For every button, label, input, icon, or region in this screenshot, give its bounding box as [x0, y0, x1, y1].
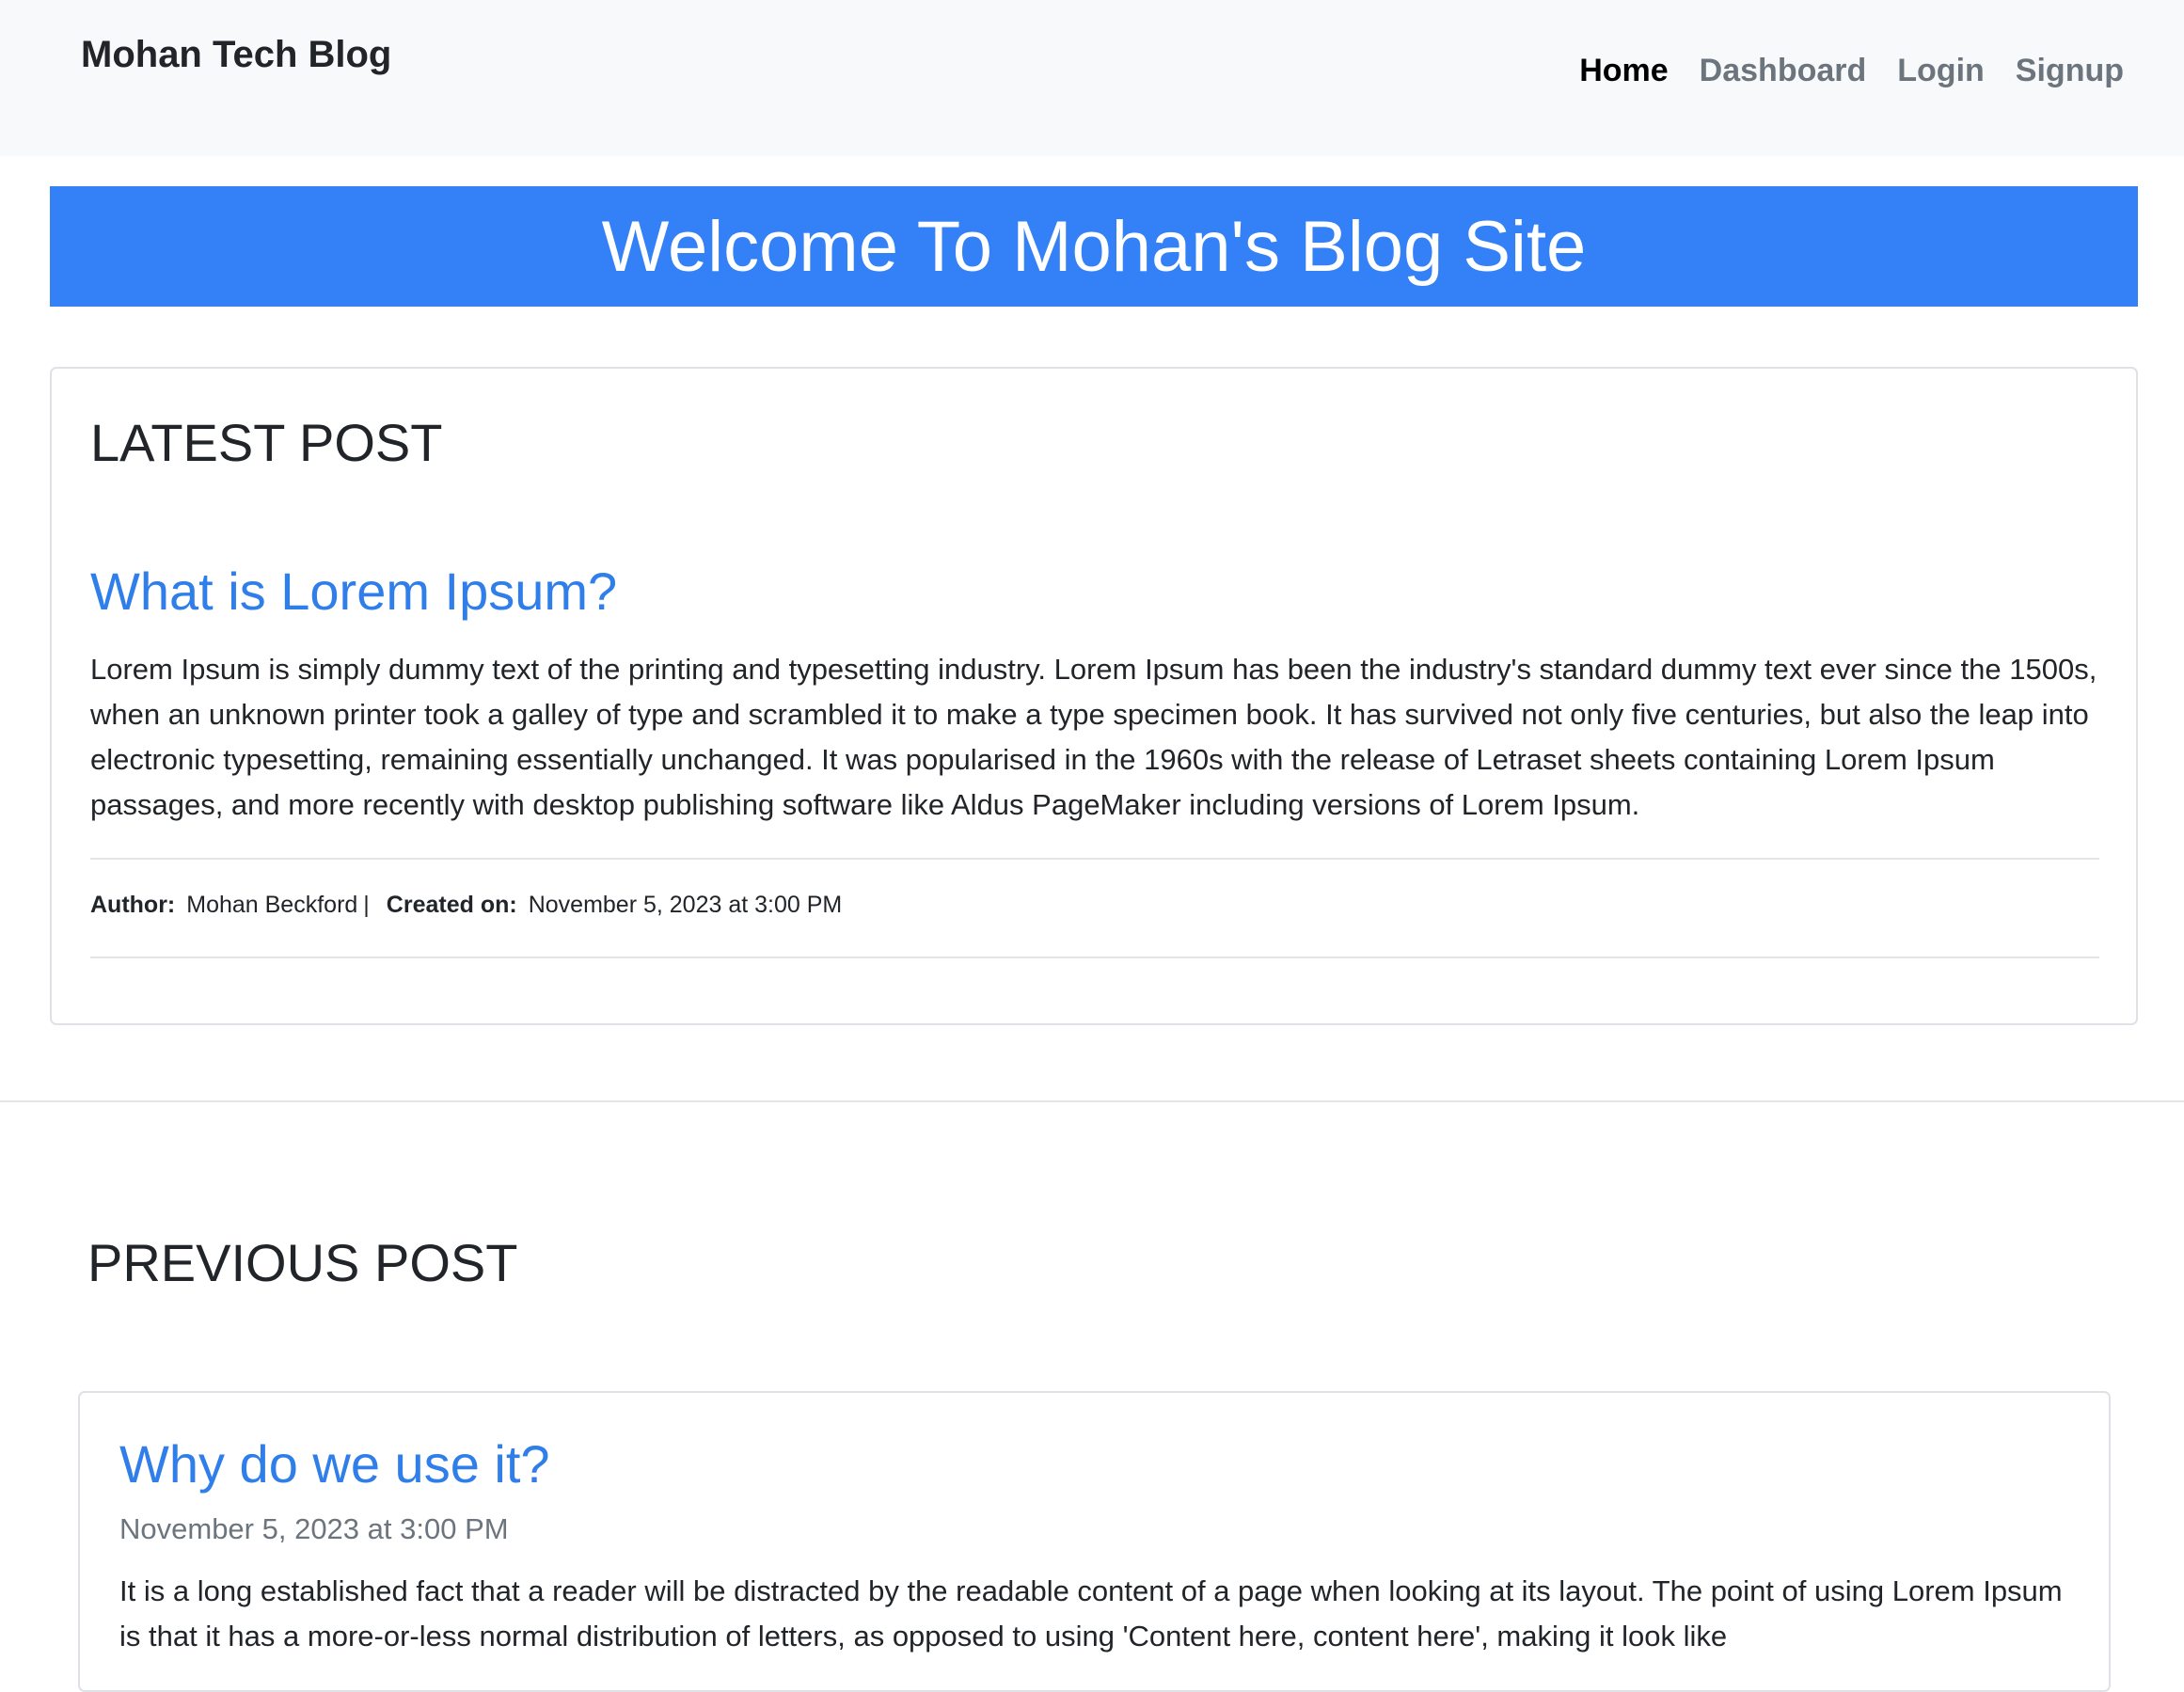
- latest-post-divider-bottom: [90, 957, 2099, 958]
- nav-link-dashboard[interactable]: Dashboard: [1700, 53, 1867, 89]
- welcome-banner: Welcome To Mohan's Blog Site: [50, 186, 2138, 307]
- author-name: Mohan Beckford: [186, 892, 358, 918]
- navbar: Mohan Tech Blog Home Dashboard Login Sig…: [0, 0, 2184, 156]
- latest-post-title-link[interactable]: What is Lorem Ipsum?: [90, 561, 617, 622]
- previous-post-heading: PREVIOUS POST: [87, 1233, 518, 1292]
- author-label: Author:: [90, 892, 176, 918]
- created-label: Created on:: [386, 892, 517, 918]
- latest-post-divider-top: [90, 858, 2099, 860]
- latest-post-heading: LATEST POST: [90, 413, 443, 472]
- previous-post-body: It is a long established fact that a rea…: [119, 1574, 2063, 1652]
- created-date: November 5, 2023 at 3:00 PM: [528, 892, 843, 918]
- previous-post-date: November 5, 2023 at 3:00 PM: [119, 1512, 509, 1545]
- previous-post-card: Why do we use it? November 5, 2023 at 3:…: [78, 1391, 2111, 1692]
- section-divider: [0, 1100, 2184, 1102]
- meta-separator: |: [363, 892, 370, 918]
- brand-link[interactable]: Mohan Tech Blog: [81, 34, 391, 76]
- nav-link-signup[interactable]: Signup: [2016, 53, 2124, 89]
- latest-post-body: Lorem Ipsum is simply dummy text of the …: [90, 653, 2097, 821]
- previous-post-title-link[interactable]: Why do we use it?: [119, 1433, 550, 1494]
- banner-title: Welcome To Mohan's Blog Site: [601, 206, 1587, 287]
- nav-links: Home Dashboard Login Signup: [1579, 53, 2124, 89]
- nav-link-home[interactable]: Home: [1579, 53, 1668, 89]
- nav-link-login[interactable]: Login: [1897, 53, 1985, 89]
- latest-post-card: LATEST POST What is Lorem Ipsum? Lorem I…: [50, 367, 2138, 1025]
- latest-post-meta: Author: Mohan Beckford | Created on: Novembe…: [90, 892, 842, 919]
